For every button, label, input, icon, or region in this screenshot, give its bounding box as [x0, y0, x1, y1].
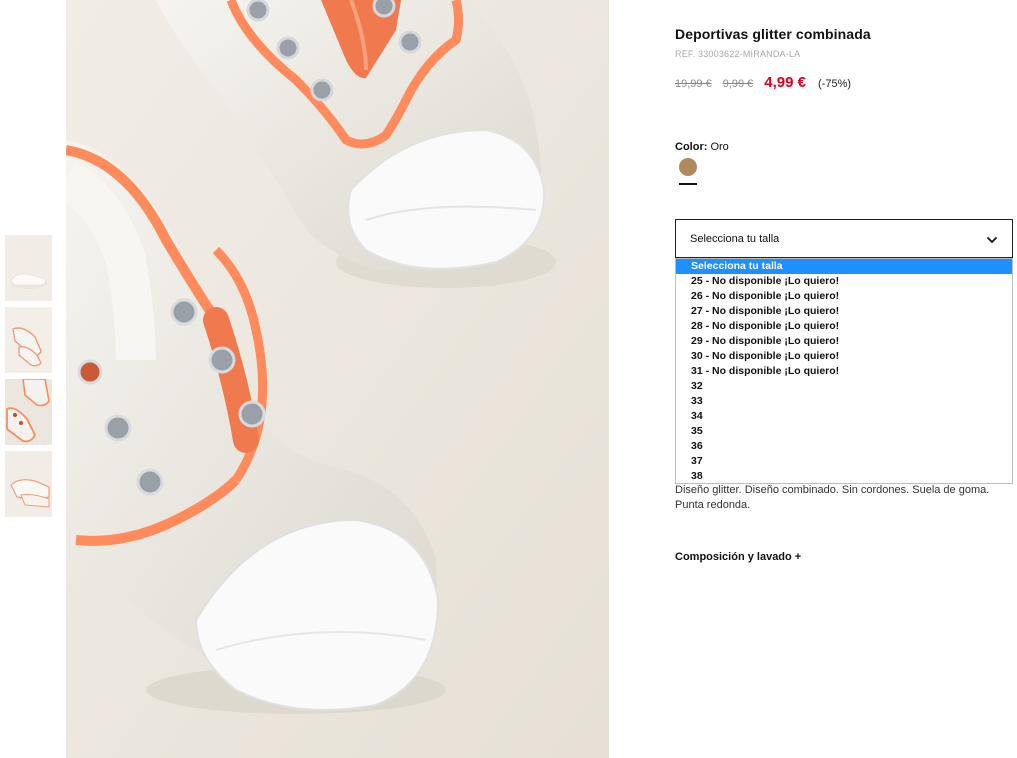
size-option[interactable]: 31 - No disponible ¡Lo quiero!: [676, 364, 1012, 379]
product-info-panel: Deportivas glitter combinada REF. 330036…: [675, 0, 1013, 758]
color-label: Color:: [675, 141, 708, 153]
discount-badge: (-75%): [818, 78, 852, 90]
size-option[interactable]: 25 - No disponible ¡Lo quiero!: [676, 274, 1012, 289]
color-swatch-oro[interactable]: [679, 158, 697, 176]
size-select[interactable]: Selecciona tu talla: [675, 219, 1013, 258]
size-option[interactable]: 35: [676, 424, 1012, 439]
size-option[interactable]: 28 - No disponible ¡Lo quiero!: [676, 319, 1012, 334]
price-row: 19,99 € 9,99 € 4,99 € (-75%): [675, 74, 851, 91]
swatch-selected-indicator: [679, 183, 697, 185]
product-reference: REF. 33003622-MIRANDA-LA: [675, 49, 801, 59]
size-option[interactable]: 33: [676, 394, 1012, 409]
product-main-image: [66, 0, 609, 758]
size-option[interactable]: 32: [676, 379, 1012, 394]
size-option[interactable]: 36: [676, 439, 1012, 454]
size-option[interactable]: 27 - No disponible ¡Lo quiero!: [676, 304, 1012, 319]
product-title: Deportivas glitter combinada: [675, 26, 871, 42]
color-label-row: Color: Oro: [675, 141, 729, 153]
thumbnail-4[interactable]: [5, 451, 52, 517]
size-option[interactable]: 29 - No disponible ¡Lo quiero!: [676, 334, 1012, 349]
thumbnail-strip: [5, 235, 52, 523]
current-price: 4,99 €: [764, 74, 807, 91]
product-description: Diseño glitter. Diseño combinado. Sin co…: [675, 484, 990, 511]
chevron-down-icon: [986, 233, 998, 251]
thumbnail-2[interactable]: [5, 307, 52, 373]
color-value: Oro: [710, 141, 729, 153]
size-option[interactable]: 26 - No disponible ¡Lo quiero!: [676, 289, 1012, 304]
size-dropdown-list: Selecciona tu talla 25 - No disponible ¡L…: [675, 258, 1013, 484]
previous-price: 9,99 €: [722, 78, 754, 90]
size-select-value: Selecciona tu talla: [690, 233, 780, 245]
original-price: 19,99 €: [675, 78, 712, 90]
size-option[interactable]: 34: [676, 409, 1012, 424]
size-option[interactable]: 37: [676, 454, 1012, 469]
size-option-placeholder[interactable]: Selecciona tu talla: [676, 259, 1012, 274]
size-option[interactable]: 38: [676, 469, 1012, 484]
size-option[interactable]: 30 - No disponible ¡Lo quiero!: [676, 349, 1012, 364]
thumbnail-1[interactable]: [5, 235, 52, 301]
thumbnail-3[interactable]: [5, 379, 52, 445]
composition-toggle[interactable]: Composición y lavado +: [675, 551, 801, 563]
